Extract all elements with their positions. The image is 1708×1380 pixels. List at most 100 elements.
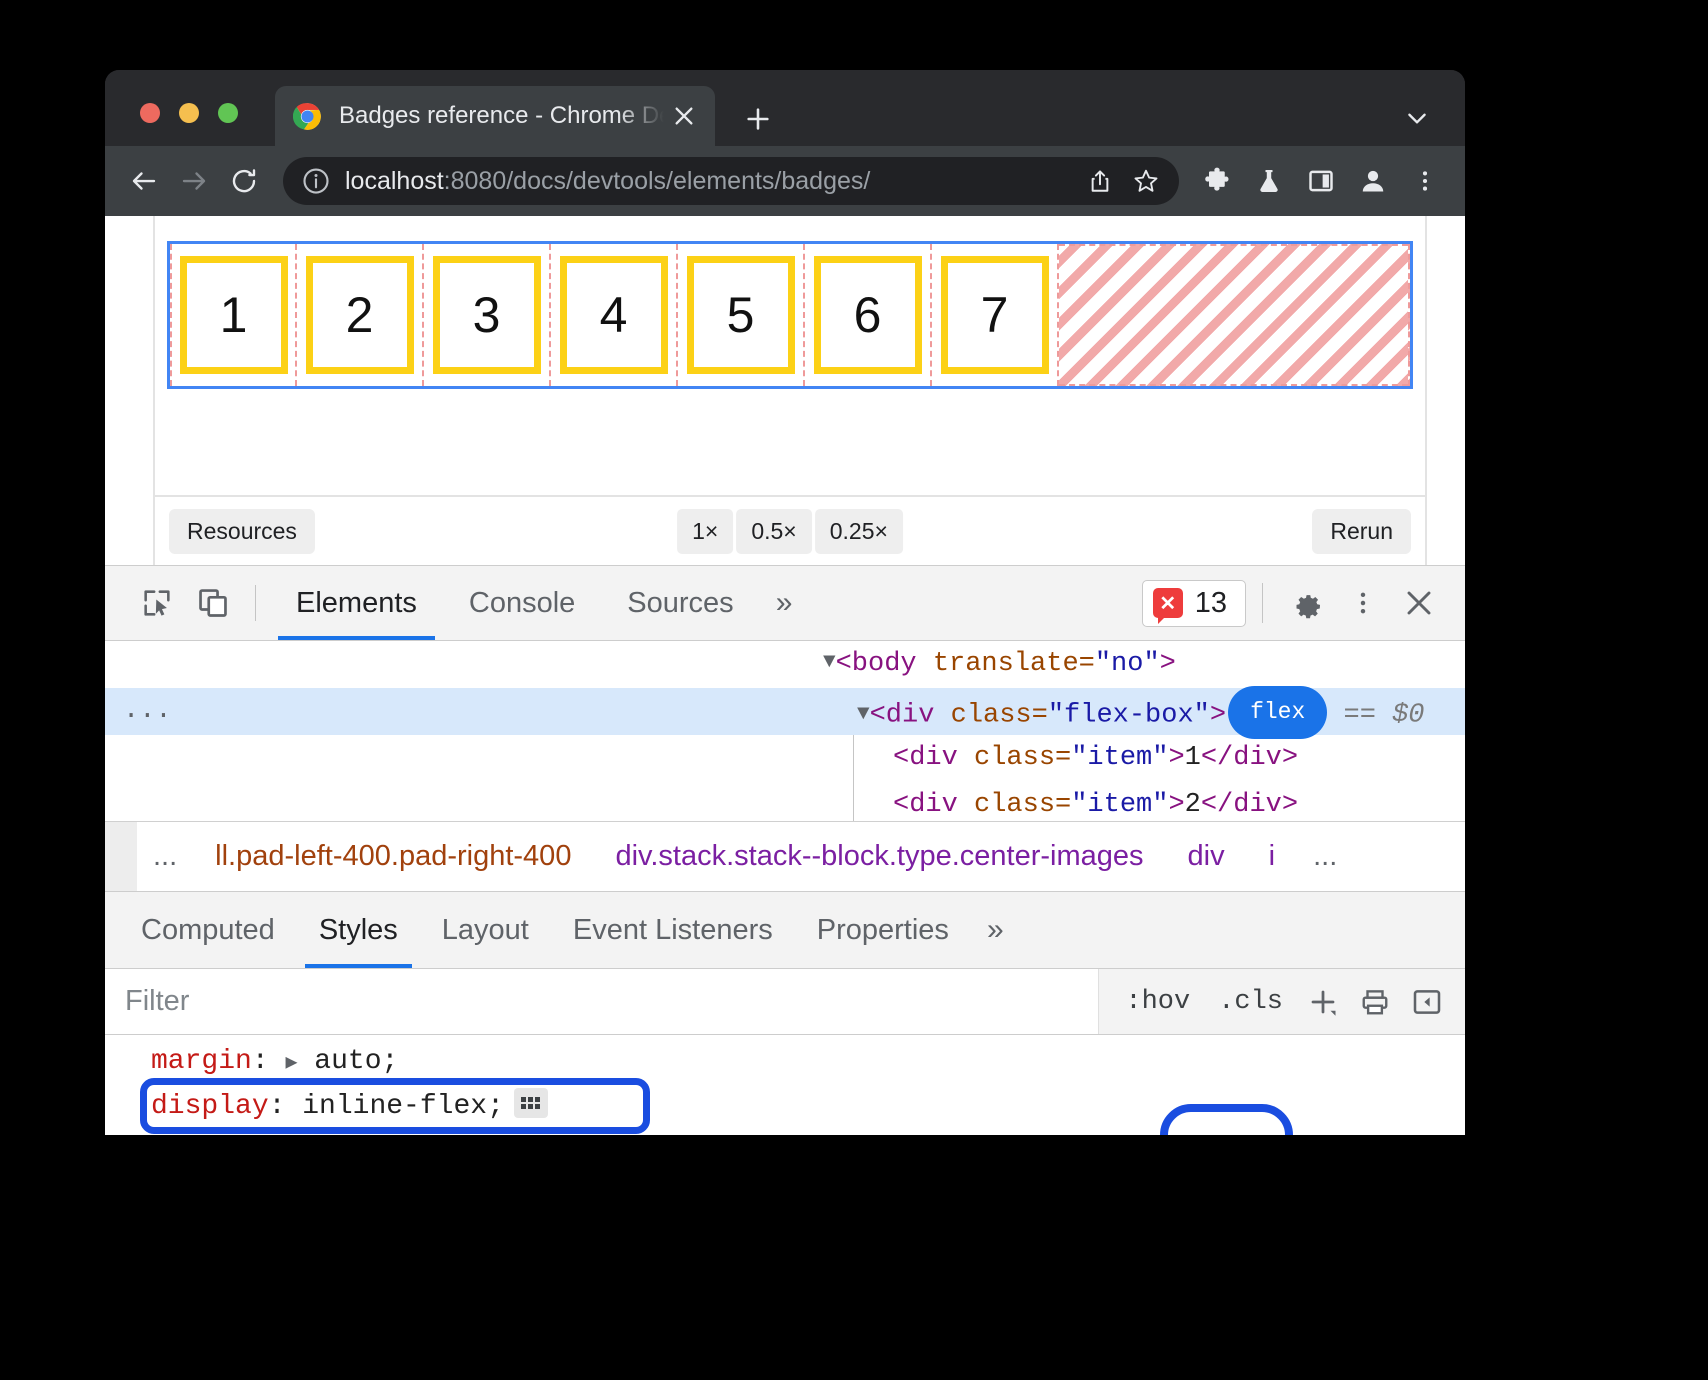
devtools-panel: Elements Console Sources » ✕ 13: [105, 565, 1465, 1135]
flask-icon[interactable]: [1243, 155, 1295, 207]
dom-tag-close: >: [1210, 701, 1226, 731]
flex-item-cell: 3: [424, 244, 551, 386]
address-bar[interactable]: localhost:8080/docs/devtools/elements/ba…: [283, 157, 1179, 205]
expand-triangle-icon[interactable]: ▼: [823, 641, 836, 686]
hov-toggle-button[interactable]: :hov: [1113, 987, 1202, 1017]
forward-arrow-icon[interactable]: [169, 156, 219, 206]
css-declarations-list: margin: ▶ auto; display: inline-flex; he…: [105, 1035, 1465, 1135]
devtools-toolbar-right: ✕ 13: [1142, 566, 1447, 640]
flex-item: 6: [814, 256, 922, 374]
browser-window: Badges reference - Chrome De: [105, 70, 1465, 1135]
window-traffic-lights: [140, 103, 238, 123]
breadcrumb-overflow-left[interactable]: ...: [137, 840, 193, 873]
browser-tab[interactable]: Badges reference - Chrome De: [275, 86, 715, 146]
flex-editor-icon[interactable]: [514, 1088, 548, 1118]
css-property-name[interactable]: display: [151, 1091, 269, 1122]
reload-icon[interactable]: [219, 156, 269, 206]
puzzle-piece-icon[interactable]: [1191, 155, 1243, 207]
dom-node-flexbox: ▼<div class="flex-box">flex == $0: [105, 688, 1465, 741]
tab-event-listeners[interactable]: Event Listeners: [551, 892, 795, 968]
expand-triangle-icon[interactable]: ▼: [857, 691, 870, 738]
tab-computed[interactable]: Computed: [119, 892, 297, 968]
dom-row-selected[interactable]: ... ▼<div class="flex-box">flex == $0: [105, 688, 1465, 735]
css-property-value[interactable]: auto;: [314, 1046, 398, 1077]
dom-attr-name: class=: [958, 743, 1071, 773]
new-tab-button[interactable]: [737, 98, 779, 140]
screenshot-root: Badges reference - Chrome De: [0, 0, 1708, 1380]
inspect-cursor-icon[interactable]: [129, 575, 185, 631]
more-style-tabs-icon[interactable]: »: [971, 892, 1020, 968]
info-circle-icon[interactable]: [301, 166, 331, 196]
dom-text-node: 2: [1185, 790, 1201, 820]
tab-strip: Badges reference - Chrome De: [105, 70, 1465, 146]
dom-row[interactable]: ▼<body translate="no">: [105, 641, 1465, 688]
dom-row[interactable]: <div class="item">2</div>: [105, 782, 1465, 821]
flex-item-cell: 5: [678, 244, 805, 386]
kebab-menu-icon[interactable]: [1335, 575, 1391, 631]
dom-row[interactable]: <div class="item">1</div>: [105, 735, 1465, 782]
breadcrumb-item-2[interactable]: div: [1166, 840, 1247, 873]
expand-triangle-icon[interactable]: ▶: [285, 1052, 297, 1075]
chevron-down-icon[interactable]: [1397, 98, 1437, 138]
tab-layout[interactable]: Layout: [420, 892, 551, 968]
css-property-name[interactable]: margin: [151, 1046, 252, 1077]
close-icon[interactable]: [1391, 575, 1447, 631]
dom-attr-name: translate=: [917, 649, 1095, 679]
dom-tag: <div: [870, 701, 935, 731]
zoom-025x-button[interactable]: 0.25×: [815, 509, 903, 554]
styles-filter-input[interactable]: Filter: [105, 969, 1099, 1034]
more-tabs-icon[interactable]: »: [760, 566, 809, 640]
gear-icon[interactable]: [1279, 575, 1335, 631]
dom-attr-value: "item": [1071, 743, 1168, 773]
flex-item: 1: [180, 256, 288, 374]
dom-node-item-2: <div class="item">2</div>: [105, 782, 1465, 821]
styles-filter-actions: :hov .cls: [1099, 969, 1465, 1034]
star-icon[interactable]: [1123, 158, 1169, 204]
share-icon[interactable]: [1077, 158, 1123, 204]
breadcrumb-item-3[interactable]: i: [1247, 840, 1297, 873]
kebab-menu-icon[interactable]: [1399, 155, 1451, 207]
rerun-button[interactable]: Rerun: [1312, 509, 1411, 554]
zoom-05x-button[interactable]: 0.5×: [736, 509, 811, 554]
flex-badge[interactable]: flex: [1228, 686, 1327, 739]
back-arrow-icon[interactable]: [119, 156, 169, 206]
styles-sidebar-tabs: Computed Styles Layout Event Listeners P…: [105, 891, 1465, 969]
tab-console[interactable]: Console: [443, 566, 601, 640]
dom-selection-ref: == $0: [1344, 701, 1425, 731]
device-toolbar-icon[interactable]: [185, 575, 241, 631]
css-declaration-height[interactable]: height: min-content;: [151, 1129, 1465, 1135]
breadcrumb-item-1[interactable]: div.stack.stack--block.type.center-image…: [593, 840, 1165, 873]
css-property-value[interactable]: inline-flex;: [302, 1091, 504, 1122]
demo-controls-bar: Resources 1× 0.5× 0.25× Rerun: [105, 497, 1465, 565]
zoom-1x-button[interactable]: 1×: [677, 509, 733, 554]
flex-item: 3: [433, 256, 541, 374]
close-icon[interactable]: [667, 99, 701, 133]
dom-closing-tag: </div>: [1201, 743, 1298, 773]
minimize-window-button[interactable]: [179, 103, 199, 123]
error-count-badge[interactable]: ✕ 13: [1142, 580, 1246, 627]
side-panel-icon[interactable]: [1295, 155, 1347, 207]
dom-tag: <div: [893, 790, 958, 820]
resources-button[interactable]: Resources: [169, 509, 315, 554]
plus-icon[interactable]: [1299, 978, 1347, 1026]
flex-item: 7: [941, 256, 1049, 374]
css-declaration-margin[interactable]: margin: ▶ auto;: [151, 1039, 1465, 1084]
error-count-label: 13: [1195, 587, 1227, 620]
breadcrumb-item-0[interactable]: ll.pad-left-400.pad-right-400: [193, 840, 593, 873]
maximize-window-button[interactable]: [218, 103, 238, 123]
tab-styles[interactable]: Styles: [297, 892, 420, 968]
breadcrumb-overflow-right[interactable]: ...: [1297, 840, 1353, 873]
browser-toolbar: localhost:8080/docs/devtools/elements/ba…: [105, 146, 1465, 216]
print-styles-icon[interactable]: [1351, 978, 1399, 1026]
tab-properties[interactable]: Properties: [795, 892, 971, 968]
css-declaration-display[interactable]: display: inline-flex;: [151, 1084, 1465, 1129]
tab-elements[interactable]: Elements: [270, 566, 443, 640]
dom-row-ellipsis[interactable]: ...: [123, 688, 172, 735]
dom-attr-value: "flex-box": [1048, 701, 1210, 731]
tab-sources[interactable]: Sources: [601, 566, 759, 640]
cls-toggle-button[interactable]: .cls: [1206, 987, 1295, 1017]
close-window-button[interactable]: [140, 103, 160, 123]
person-icon[interactable]: [1347, 155, 1399, 207]
collapse-sidebar-icon[interactable]: [1403, 978, 1451, 1026]
flex-item-cell: 2: [297, 244, 424, 386]
